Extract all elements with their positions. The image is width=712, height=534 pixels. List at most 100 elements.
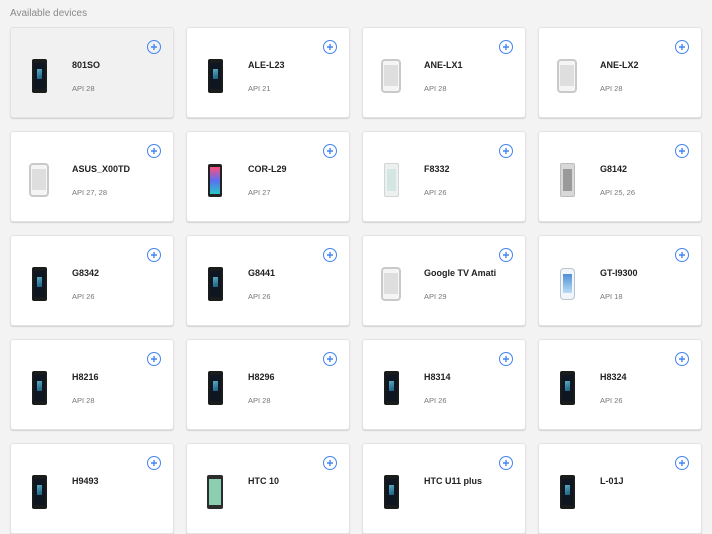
device-name: HTC U11 plus	[424, 476, 483, 486]
add-device-button[interactable]	[499, 144, 513, 158]
device-name: HTC 10	[248, 476, 280, 486]
plus-icon	[679, 252, 685, 258]
phone-dark-icon	[199, 366, 231, 410]
plus-icon	[151, 252, 157, 258]
device-card[interactable]: F8332 API 26	[362, 131, 526, 222]
device-card[interactable]: L-01J	[538, 443, 702, 534]
plus-icon	[327, 356, 333, 362]
device-card[interactable]: HTC 10	[186, 443, 350, 534]
device-api-level: API 26	[248, 292, 271, 301]
add-device-button[interactable]	[323, 144, 337, 158]
device-name: G8142	[600, 164, 628, 174]
phone-dark-icon	[199, 54, 231, 98]
device-name: F8332	[424, 164, 450, 174]
device-card[interactable]: H8314 API 26	[362, 339, 526, 430]
device-name: H8314	[424, 372, 451, 382]
plus-icon	[679, 460, 685, 466]
plus-icon	[679, 148, 685, 154]
device-name: G8342	[72, 268, 100, 278]
device-api-level: API 26	[424, 188, 447, 197]
plus-icon	[151, 148, 157, 154]
device-card[interactable]: GT-I9300 API 18	[538, 235, 702, 326]
device-grid: 801SO API 28 ALE-L23 API 21 ANE-LX1 API 28 ANE…	[0, 0, 712, 534]
plus-icon	[327, 460, 333, 466]
add-device-button[interactable]	[323, 352, 337, 366]
add-device-button[interactable]	[499, 248, 513, 262]
add-device-button[interactable]	[499, 352, 513, 366]
phone-gt-icon	[551, 262, 583, 306]
phone-dark-icon	[199, 262, 231, 306]
add-device-button[interactable]	[323, 40, 337, 54]
add-device-button[interactable]	[323, 248, 337, 262]
device-name: ANE-LX1	[424, 60, 463, 70]
device-name: ALE-L23	[248, 60, 285, 70]
device-name: ANE-LX2	[600, 60, 639, 70]
plus-icon	[679, 44, 685, 50]
device-api-level: API 29	[424, 292, 447, 301]
device-api-level: API 26	[600, 396, 623, 405]
phone-dark-icon	[23, 54, 55, 98]
add-device-button[interactable]	[675, 144, 689, 158]
phone-dark-icon	[551, 366, 583, 410]
generic-phone-icon	[375, 54, 407, 98]
device-card[interactable]: HTC U11 plus	[362, 443, 526, 534]
device-card[interactable]: H8296 API 28	[186, 339, 350, 430]
phone-dark-icon	[375, 470, 407, 514]
plus-icon	[327, 44, 333, 50]
phone-htc-icon	[199, 470, 231, 514]
plus-icon	[503, 44, 509, 50]
phone-dark-icon	[23, 262, 55, 306]
add-device-button[interactable]	[675, 248, 689, 262]
add-device-button[interactable]	[147, 40, 161, 54]
plus-icon	[327, 148, 333, 154]
device-api-level: API 28	[248, 396, 271, 405]
add-device-button[interactable]	[147, 144, 161, 158]
device-card[interactable]: ANE-LX1 API 28	[362, 27, 526, 118]
device-card[interactable]: G8142 API 25, 26	[538, 131, 702, 222]
device-api-level: API 21	[248, 84, 271, 93]
device-name: GT-I9300	[600, 268, 638, 278]
add-device-button[interactable]	[499, 456, 513, 470]
device-card[interactable]: H9493	[10, 443, 174, 534]
device-api-level: API 26	[424, 396, 447, 405]
device-card[interactable]: H8324 API 26	[538, 339, 702, 430]
device-card[interactable]: G8342 API 26	[10, 235, 174, 326]
device-card[interactable]: COR-L29 API 27	[186, 131, 350, 222]
generic-phone-icon	[551, 54, 583, 98]
device-name: G8441	[248, 268, 276, 278]
device-name: H8324	[600, 372, 627, 382]
device-card[interactable]: H8216 API 28	[10, 339, 174, 430]
add-device-button[interactable]	[147, 352, 161, 366]
device-card[interactable]: 801SO API 28	[10, 27, 174, 118]
plus-icon	[151, 356, 157, 362]
add-device-button[interactable]	[147, 456, 161, 470]
device-name: L-01J	[600, 476, 624, 486]
device-card[interactable]: G8441 API 26	[186, 235, 350, 326]
device-api-level: API 25, 26	[600, 188, 636, 197]
add-device-button[interactable]	[675, 352, 689, 366]
add-device-button[interactable]	[323, 456, 337, 470]
device-card[interactable]: ANE-LX2 API 28	[538, 27, 702, 118]
device-name: 801SO	[72, 60, 101, 70]
plus-icon	[327, 252, 333, 258]
generic-phone-icon	[23, 158, 55, 202]
add-device-button[interactable]	[499, 40, 513, 54]
phone-dark-icon	[23, 470, 55, 514]
device-card[interactable]: ASUS_X00TD API 27, 28	[10, 131, 174, 222]
device-api-level: API 28	[72, 396, 95, 405]
phone-white-icon	[375, 158, 407, 202]
add-device-button[interactable]	[147, 248, 161, 262]
device-name: H8296	[248, 372, 275, 382]
device-api-level: API 18	[600, 292, 623, 301]
device-name: H8216	[72, 372, 99, 382]
add-device-button[interactable]	[675, 40, 689, 54]
device-name: Google TV Amati	[424, 268, 497, 278]
device-card[interactable]: ALE-L23 API 21	[186, 27, 350, 118]
plus-icon	[151, 44, 157, 50]
device-card[interactable]: Google TV Amati API 29	[362, 235, 526, 326]
plus-icon	[151, 460, 157, 466]
phone-color-icon	[199, 158, 231, 202]
plus-icon	[503, 460, 509, 466]
add-device-button[interactable]	[675, 456, 689, 470]
phone-dark-icon	[375, 366, 407, 410]
